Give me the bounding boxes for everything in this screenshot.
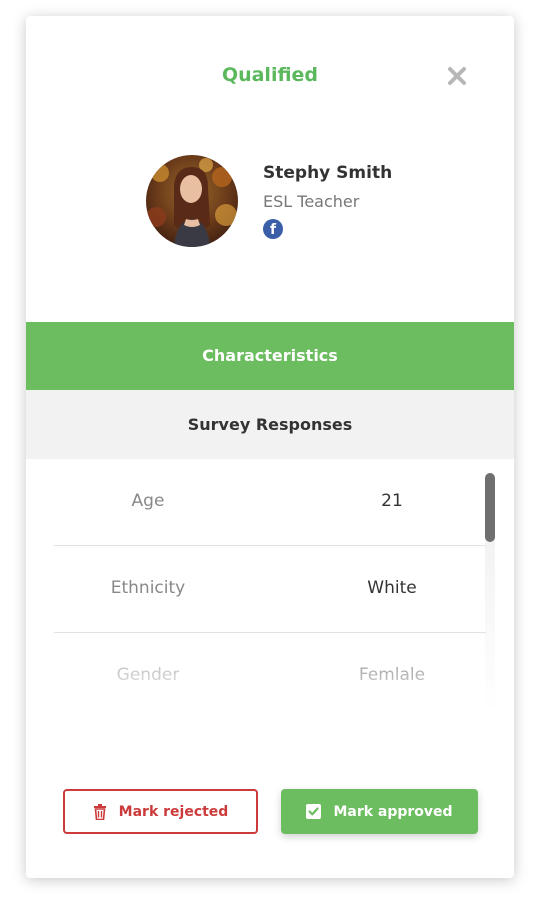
mark-rejected-button[interactable]: Mark rejected xyxy=(63,789,258,834)
profile-name: Stephy Smith xyxy=(263,163,393,183)
tab-survey-responses[interactable]: Survey Responses xyxy=(26,390,514,459)
row-label: Ethnicity xyxy=(110,578,186,598)
mark-approved-button[interactable]: Mark approved xyxy=(281,789,478,834)
status-title: Qualified xyxy=(221,64,319,86)
avatar xyxy=(146,155,238,247)
responses-table: Age 21 Ethnicity White Gender Femlale xyxy=(54,459,486,711)
row-label: Age xyxy=(131,491,165,511)
close-icon[interactable] xyxy=(444,63,470,89)
button-content: Mark rejected xyxy=(65,791,256,832)
scrollbar-thumb[interactable] xyxy=(485,473,495,542)
trash-icon xyxy=(93,803,106,820)
tab-characteristics[interactable]: Characteristics xyxy=(26,322,514,390)
checkbox-icon xyxy=(306,804,322,819)
row-value: White xyxy=(367,578,417,598)
row-value: Femlale xyxy=(358,665,426,685)
table-row: Ethnicity White xyxy=(54,546,486,633)
mark-rejected-label: Mark rejected xyxy=(118,803,229,820)
table-row: Gender Femlale xyxy=(54,633,486,711)
table-row: Age 21 xyxy=(54,459,486,546)
mark-approved-label: Mark approved xyxy=(333,803,453,820)
row-label: Gender xyxy=(116,665,180,685)
profile-role: ESL Teacher xyxy=(263,192,360,211)
button-content: Mark approved xyxy=(281,789,478,834)
row-value: 21 xyxy=(381,491,403,511)
candidate-modal: Qualified Stephy Smith ESL Teacher f Cha… xyxy=(26,16,514,878)
facebook-icon[interactable]: f xyxy=(263,219,283,239)
